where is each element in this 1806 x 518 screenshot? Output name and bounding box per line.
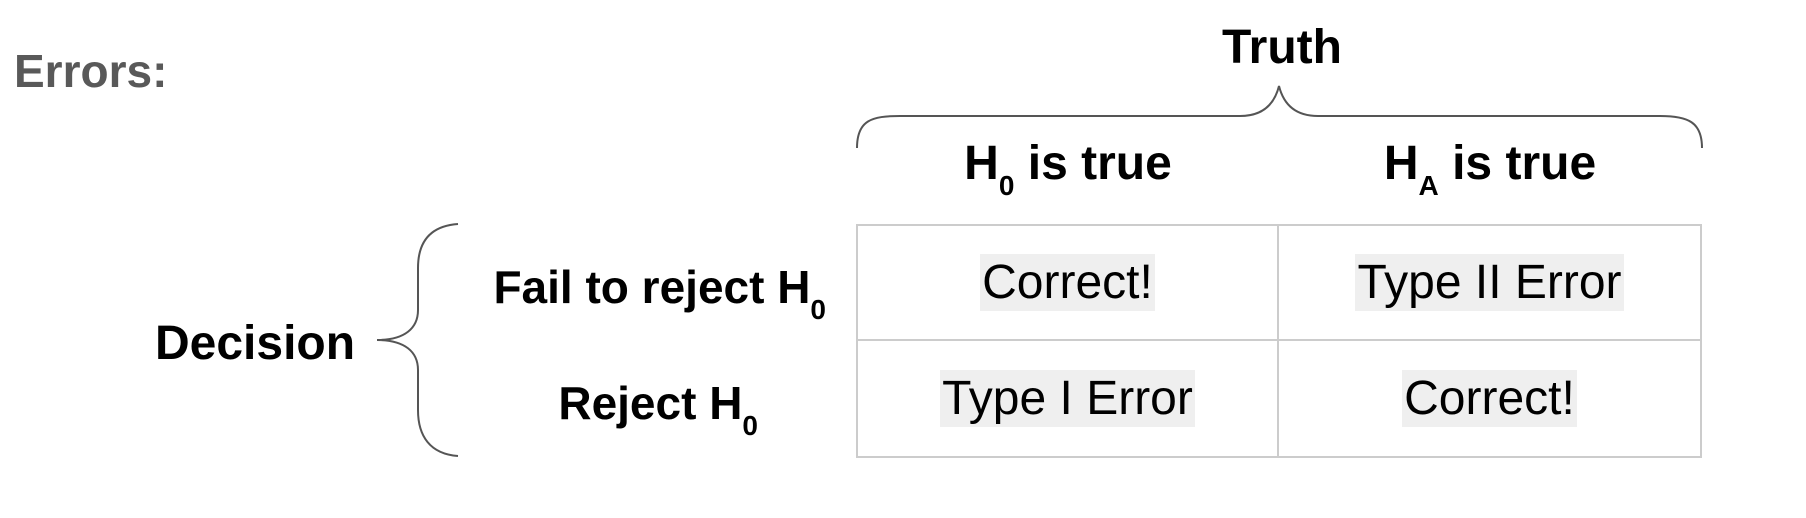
- truth-label: Truth: [1222, 21, 1342, 74]
- cell-text: Correct!: [1402, 369, 1577, 428]
- column-header-subscript: A: [1418, 170, 1439, 201]
- row-label-fail-to-reject: Fail to reject H0: [493, 261, 826, 324]
- cell-text: Type I Error: [940, 369, 1195, 428]
- row-label-subscript: 0: [742, 410, 758, 441]
- column-header-rest: is true: [1438, 137, 1597, 190]
- decision-brace: [376, 223, 459, 457]
- decision-label: Decision: [155, 317, 356, 370]
- table-cell-reject-h0-true: Type I Error: [858, 341, 1279, 456]
- column-header-subscript: 0: [998, 170, 1015, 201]
- column-header-main: H: [964, 137, 999, 190]
- row-label-subscript: 0: [810, 294, 826, 325]
- column-header-h0-true: H0 is true: [856, 137, 1280, 200]
- cell-text: Correct!: [980, 253, 1155, 312]
- column-header-main: H: [1383, 137, 1419, 190]
- row-label-main: Fail to reject H: [493, 261, 811, 313]
- table-cell-reject-ha-true: Correct!: [1279, 341, 1700, 456]
- table-cell-fail-reject-h0-true: Correct!: [858, 226, 1279, 341]
- decision-truth-table: Correct! Type II Error Type I Error Corr…: [856, 224, 1702, 458]
- table-cell-fail-reject-ha-true: Type II Error: [1279, 226, 1700, 341]
- row-label-main: Reject H: [558, 377, 743, 429]
- column-header-ha-true: HA is true: [1278, 137, 1702, 200]
- cell-text: Type II Error: [1355, 253, 1624, 312]
- column-header-rest: is true: [1014, 137, 1172, 190]
- row-label-reject: Reject H0: [558, 377, 758, 440]
